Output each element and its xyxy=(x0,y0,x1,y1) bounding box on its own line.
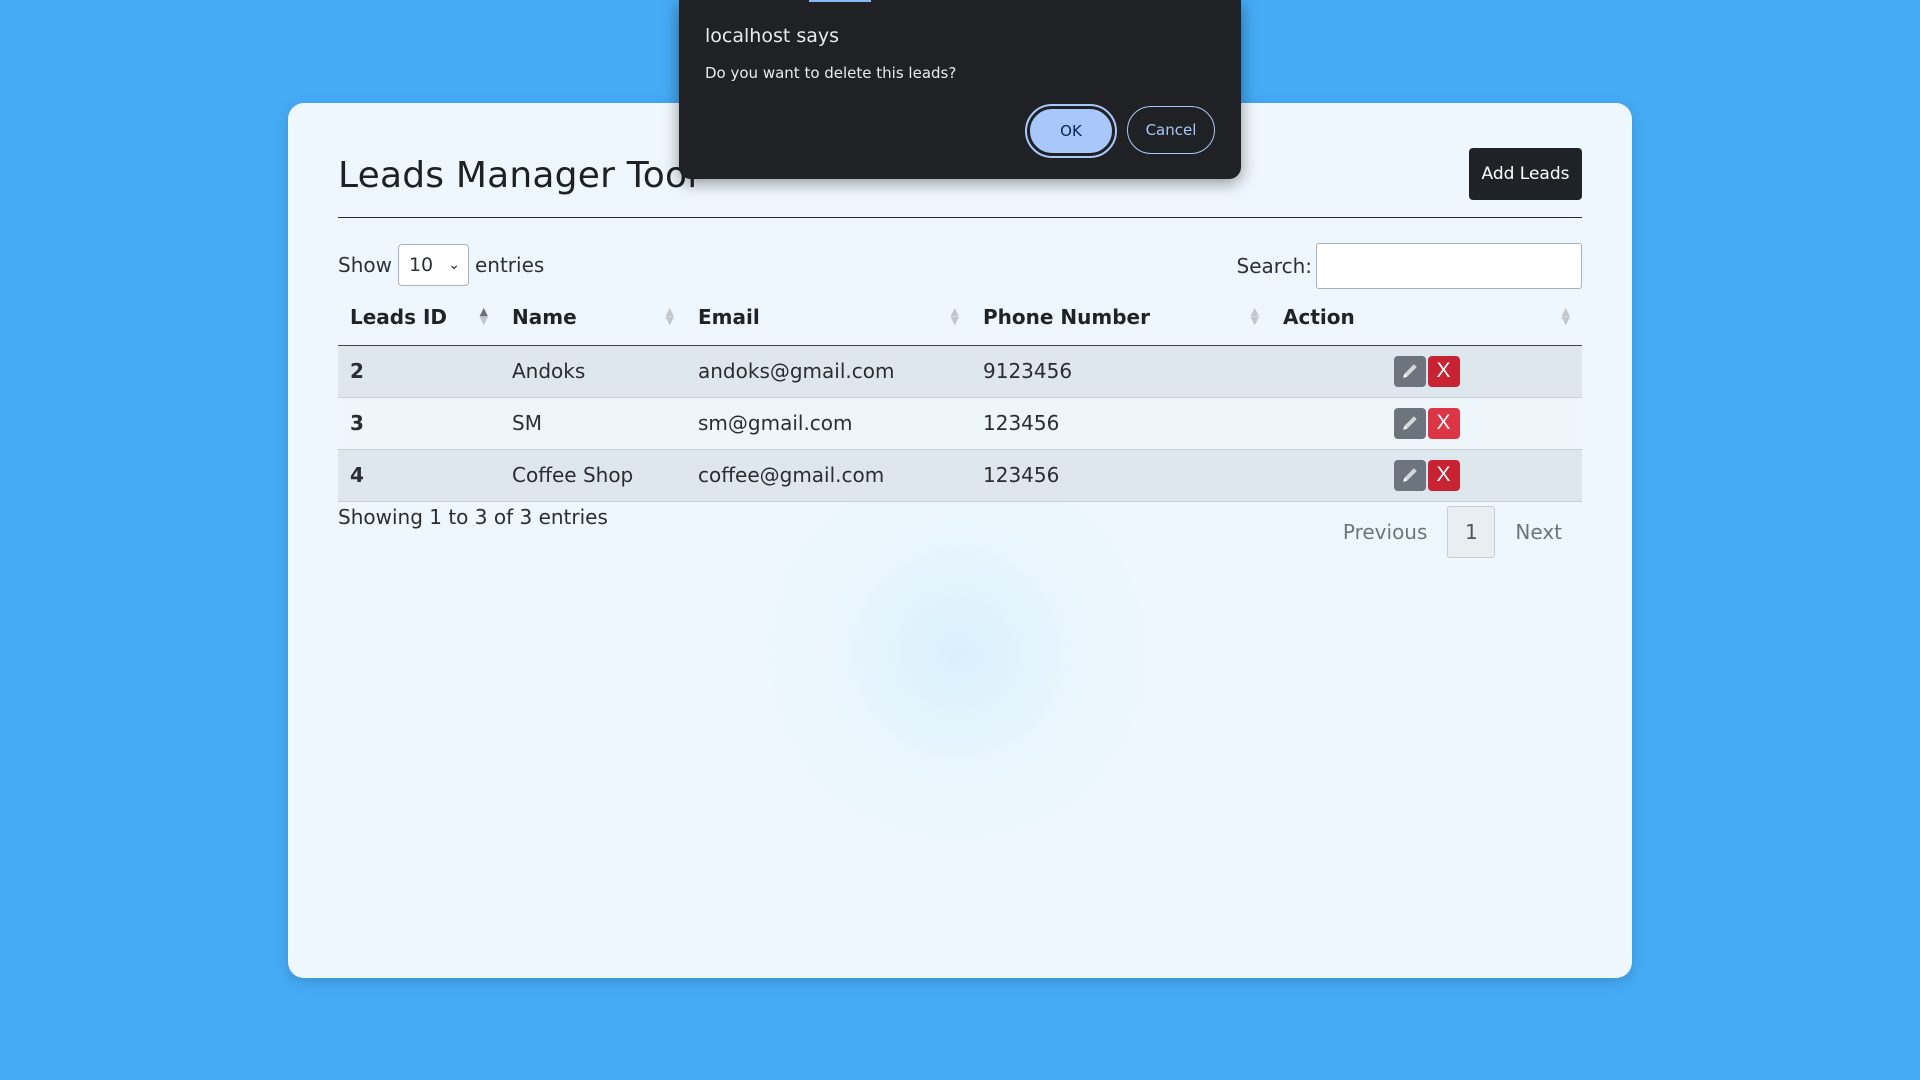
lead-name-cell: Coffee Shop xyxy=(500,449,686,502)
entries-select[interactable]: 10 ⌄ xyxy=(397,244,469,286)
lead-id-cell: 3 xyxy=(338,397,500,450)
delete-button[interactable]: X xyxy=(1427,355,1460,387)
sort-icon: ▲ ▼ xyxy=(665,305,674,327)
sort-icon: ▲ ▼ xyxy=(1250,305,1259,327)
edit-button[interactable] xyxy=(1393,407,1426,439)
confirm-dialog: localhost says Do you want to delete thi… xyxy=(679,0,1241,179)
leads-table: Leads ID ▲ ▼ Name ▲ ▼ Email ▲ ▼ Phone Numbe… xyxy=(338,290,1582,502)
column-header-phone[interactable]: Phone Number ▲ ▼ xyxy=(971,290,1271,346)
lead-name-cell: Andoks xyxy=(500,345,686,398)
table-header-row: Leads ID ▲ ▼ Name ▲ ▼ Email ▲ ▼ Phone Numbe… xyxy=(338,290,1582,346)
column-header-email[interactable]: Email ▲ ▼ xyxy=(686,290,971,346)
page-1-button[interactable]: 1 xyxy=(1447,506,1496,558)
lead-name-cell: SM xyxy=(500,397,686,450)
lead-phone-cell: 123456 xyxy=(971,449,1271,502)
pencil-icon xyxy=(1402,416,1417,430)
edit-button[interactable] xyxy=(1393,459,1426,491)
lead-email-cell: andoks@gmail.com xyxy=(686,345,971,398)
edit-button[interactable] xyxy=(1393,355,1426,387)
table-row: 3 SM sm@gmail.com 123456 X xyxy=(338,397,1582,450)
entries-select-value: 10 xyxy=(408,254,434,276)
chevron-down-icon: ⌄ xyxy=(448,257,460,273)
delete-button[interactable]: X xyxy=(1427,459,1460,491)
leads-card: Leads Manager Tool Add Leads Show 10 ⌄ e… xyxy=(288,103,1632,978)
entries-length-control: Show 10 ⌄ entries xyxy=(338,244,544,286)
lead-action-cell: X xyxy=(1271,449,1582,502)
dialog-message: Do you want to delete this leads? xyxy=(705,64,957,82)
ok-button[interactable]: OK xyxy=(1025,104,1117,158)
search-input[interactable] xyxy=(1316,243,1582,289)
table-row: 4 Coffee Shop coffee@gmail.com 123456 X xyxy=(338,449,1582,502)
table-row: 2 Andoks andoks@gmail.com 9123456 X xyxy=(338,345,1582,398)
cancel-button[interactable]: Cancel xyxy=(1127,106,1215,154)
search-label: Search: xyxy=(1236,254,1312,278)
show-label: Show xyxy=(338,253,392,277)
pencil-icon xyxy=(1402,468,1417,482)
pagination: Previous 1 Next xyxy=(1323,506,1582,558)
sort-icon: ▲ ▼ xyxy=(950,305,959,327)
lead-id-cell: 4 xyxy=(338,449,500,502)
delete-button[interactable]: X xyxy=(1427,407,1460,439)
table-info: Showing 1 to 3 of 3 entries xyxy=(338,505,608,529)
lead-phone-cell: 9123456 xyxy=(971,345,1271,398)
add-leads-button[interactable]: Add Leads xyxy=(1469,148,1582,200)
pencil-icon xyxy=(1402,364,1417,378)
dialog-title: localhost says xyxy=(705,25,840,47)
lead-action-cell: X xyxy=(1271,397,1582,450)
search-control: Search: xyxy=(1237,243,1582,289)
entries-label: entries xyxy=(474,253,545,277)
column-header-action[interactable]: Action ▲ ▼ xyxy=(1271,290,1582,346)
dialog-top-indicator xyxy=(809,0,871,2)
column-header-name[interactable]: Name ▲ ▼ xyxy=(500,290,686,346)
lead-email-cell: coffee@gmail.com xyxy=(686,449,971,502)
column-header-leads-id[interactable]: Leads ID ▲ ▼ xyxy=(338,290,500,346)
previous-page-button[interactable]: Previous xyxy=(1323,506,1448,558)
next-page-button[interactable]: Next xyxy=(1495,506,1582,558)
lead-phone-cell: 123456 xyxy=(971,397,1271,450)
sort-ascending-icon: ▲ ▼ xyxy=(479,305,488,327)
page-title: Leads Manager Tool xyxy=(338,155,698,196)
lead-action-cell: X xyxy=(1271,345,1582,398)
lead-email-cell: sm@gmail.com xyxy=(686,397,971,450)
sort-icon: ▲ ▼ xyxy=(1561,305,1570,327)
lead-id-cell: 2 xyxy=(338,345,500,398)
